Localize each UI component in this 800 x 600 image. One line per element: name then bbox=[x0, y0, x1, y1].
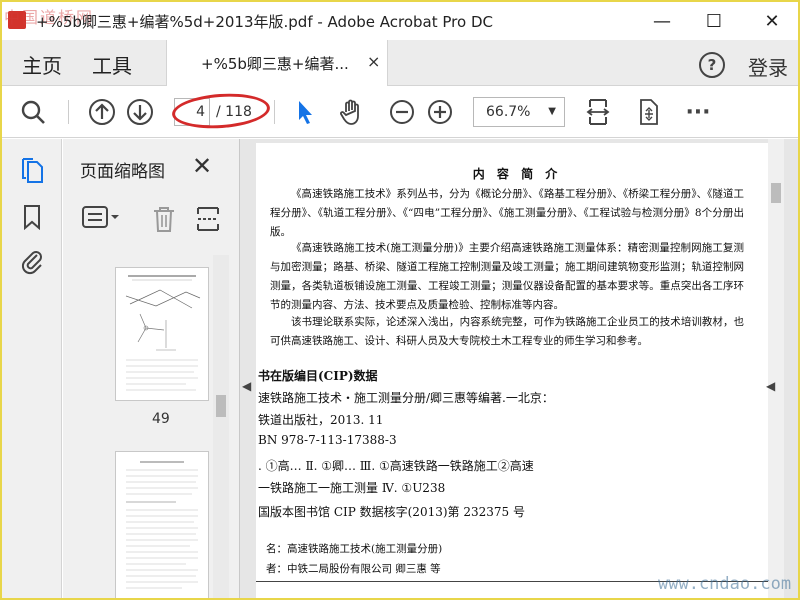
menu-home[interactable]: 主页 bbox=[22, 50, 62, 79]
cip-line: 速铁路施工技术・施工测量分册/卿三惠等编著.一北京： bbox=[258, 391, 554, 405]
zoom-out-icon[interactable] bbox=[388, 98, 416, 126]
toolbar-separator bbox=[274, 100, 275, 124]
cip-line: 国版本图书馆 CIP 数据核字(2013)第 232375 号 bbox=[258, 505, 525, 519]
collapse-right-icon[interactable]: ◀ bbox=[766, 379, 775, 393]
thumbnails-scrollbar[interactable] bbox=[213, 255, 229, 598]
panel-close-icon[interactable]: ✕ bbox=[192, 152, 212, 180]
pdf-page: 内 容 简 介 《高速铁路施工技术》系列丛书，分为《概论分册》、《路基工程分册》… bbox=[256, 143, 778, 598]
cip-line: . ①高… Ⅱ. ①卿… Ⅲ. ①高速铁路一铁路施工②高速 bbox=[258, 459, 534, 473]
search-icon[interactable] bbox=[19, 98, 47, 126]
login-button[interactable]: 登录 bbox=[748, 52, 788, 81]
document-tab-label: +%5b卿三惠+编著... bbox=[201, 55, 349, 73]
fit-page-icon[interactable] bbox=[584, 98, 612, 126]
document-scrollbar[interactable] bbox=[768, 139, 784, 598]
title-bar: 中国道桥网 +%5b卿三惠+编著%5d+2013年版.pdf - Adobe A… bbox=[2, 2, 798, 40]
rotate-view-icon[interactable] bbox=[634, 98, 662, 126]
zoom-in-icon[interactable] bbox=[426, 98, 454, 126]
paragraph: 《高速铁路施工技术(施工测量分册)》主要介绍高速铁路施工测量体系：精密测量控制网… bbox=[270, 242, 744, 311]
delete-page-icon[interactable] bbox=[151, 205, 177, 237]
cip-line: BN 978-7-113-17388-3 bbox=[258, 433, 397, 447]
thumbnails-panel-title: 页面缩略图 bbox=[80, 162, 165, 182]
document-tab[interactable]: +%5b卿三惠+编著... × bbox=[166, 40, 388, 86]
cip-line: 一铁路施工一施工测量 Ⅳ. ①U238 bbox=[258, 481, 446, 495]
collapse-left-icon[interactable]: ◀ bbox=[242, 379, 251, 393]
cip-line: 铁道出版社，2013. 11 bbox=[258, 413, 384, 427]
left-rail bbox=[2, 139, 62, 598]
thumbnail-options-icon[interactable] bbox=[81, 205, 121, 235]
thumbnail-page-number: 49 bbox=[152, 411, 170, 427]
thumbnails-panel: 页面缩略图 ✕ 49 bbox=[63, 139, 240, 598]
toolbar-separator bbox=[68, 100, 69, 124]
chevron-down-icon: ▼ bbox=[548, 106, 556, 117]
paragraph: 该书理论联系实际，论述深入浅出，内容系统完整，可作为铁路施工企业员工的技术培训教… bbox=[270, 316, 744, 347]
paragraph: 《高速铁路施工技术》系列丛书，分为《概论分册》、《路基工程分册》、《桥梁工程分册… bbox=[270, 188, 744, 238]
document-scroll-thumb[interactable] bbox=[771, 183, 781, 203]
menu-tools[interactable]: 工具 bbox=[92, 50, 132, 79]
page-thumbnail[interactable] bbox=[115, 267, 209, 401]
cip-heading: 书在版编目(CIP)数据 bbox=[258, 369, 378, 383]
book-info-line: 者：中铁二局股份有限公司 卿三惠 等 bbox=[266, 563, 441, 575]
document-tab-close-icon[interactable]: × bbox=[367, 52, 380, 71]
minimize-button[interactable]: — bbox=[642, 8, 682, 34]
select-cursor-icon[interactable] bbox=[291, 98, 319, 126]
window-title: +%5b卿三惠+编著%5d+2013年版.pdf - Adobe Acrobat… bbox=[36, 13, 493, 31]
page-layout-icon[interactable] bbox=[195, 205, 221, 237]
page-heading: 内 容 简 介 bbox=[472, 167, 562, 181]
acrobat-window: 中国道桥网 +%5b卿三惠+编著%5d+2013年版.pdf - Adobe A… bbox=[0, 0, 800, 600]
document-viewport: 内 容 简 介 《高速铁路施工技术》系列丛书，分为《概论分册》、《路基工程分册》… bbox=[240, 139, 798, 598]
zoom-value: 66.7% bbox=[486, 104, 531, 120]
help-icon[interactable]: ? bbox=[699, 52, 725, 78]
attachment-icon[interactable] bbox=[18, 247, 46, 275]
next-page-icon[interactable] bbox=[126, 98, 154, 126]
more-tools-icon[interactable]: ··· bbox=[684, 98, 712, 126]
page-thumbnails-icon[interactable] bbox=[18, 157, 46, 185]
bookmark-icon[interactable] bbox=[18, 203, 46, 231]
zoom-select[interactable]: 66.7% ▼ bbox=[473, 97, 565, 127]
maximize-button[interactable]: ☐ bbox=[694, 8, 734, 34]
page-thumbnail[interactable] bbox=[115, 451, 209, 598]
previous-page-icon[interactable] bbox=[88, 98, 116, 126]
close-window-button[interactable]: ✕ bbox=[752, 8, 792, 34]
hand-tool-icon[interactable] bbox=[338, 98, 366, 126]
menu-tab-bar: 主页 工具 bbox=[2, 40, 798, 86]
toolbar: ··· bbox=[2, 86, 798, 138]
book-info-line: 名：高速铁路施工技术(施工测量分册) bbox=[266, 543, 443, 555]
watermark-bottom-right: www.cndao.com bbox=[658, 574, 792, 594]
thumbnails-scroll-thumb[interactable] bbox=[216, 395, 226, 417]
